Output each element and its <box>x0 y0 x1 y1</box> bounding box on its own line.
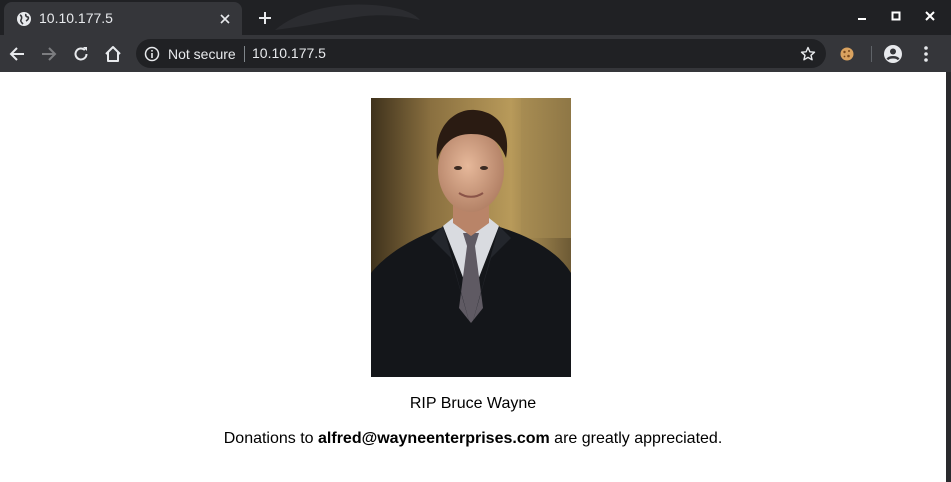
forward-button[interactable] <box>35 40 63 68</box>
cookie-icon <box>840 47 854 61</box>
close-window-icon <box>925 11 935 21</box>
reload-button[interactable] <box>67 40 95 68</box>
close-window-button[interactable] <box>916 4 944 28</box>
arrow-right-icon <box>42 47 57 61</box>
globe-icon <box>16 11 32 27</box>
new-tab-button[interactable] <box>253 6 277 30</box>
reload-icon <box>74 47 88 61</box>
minimize-button[interactable] <box>848 4 876 28</box>
info-circle-icon <box>144 46 160 61</box>
security-label: Not secure <box>168 45 236 62</box>
window-edge <box>946 72 951 482</box>
kali-dragon-watermark <box>275 4 420 30</box>
maximize-button[interactable] <box>882 4 910 28</box>
close-icon[interactable] <box>216 10 234 28</box>
star-icon <box>800 46 815 60</box>
back-button[interactable] <box>3 40 31 68</box>
kebab-menu-icon <box>924 46 928 62</box>
account-icon <box>884 45 902 63</box>
maximize-icon <box>891 11 901 21</box>
bookmark-button[interactable] <box>795 41 820 66</box>
omnibox-divider <box>244 46 245 62</box>
home-icon <box>105 46 121 62</box>
tab-strip: 10.10.177.5 <box>0 0 951 35</box>
toolbar-divider <box>871 46 872 62</box>
tab-active[interactable]: 10.10.177.5 <box>4 2 242 35</box>
home-button[interactable] <box>99 40 127 68</box>
donation-email: alfred@wayneenterprises.com <box>318 430 550 447</box>
security-indicator[interactable]: Not secure <box>144 39 236 68</box>
arrow-left-icon <box>9 47 24 61</box>
donation-suffix: are greatly appreciated. <box>549 430 723 447</box>
memorial-caption: RIP Bruce Wayne <box>409 395 537 412</box>
url-text[interactable]: 10.10.177.5 <box>252 45 326 61</box>
minimize-icon <box>858 18 866 20</box>
portrait-image <box>371 98 571 377</box>
donation-prefix: Donations to <box>223 430 319 447</box>
profile-button[interactable] <box>879 40 907 68</box>
donation-text: Donations to alfred@wayneenterprises.com… <box>0 430 946 448</box>
extension-button[interactable] <box>833 40 861 68</box>
toolbar: Not secure 10.10.177.5 <box>0 35 951 72</box>
tab-title: 10.10.177.5 <box>39 10 113 26</box>
address-bar[interactable]: Not secure 10.10.177.5 <box>136 39 826 68</box>
plus-icon <box>259 12 271 24</box>
menu-button[interactable] <box>912 40 940 68</box>
